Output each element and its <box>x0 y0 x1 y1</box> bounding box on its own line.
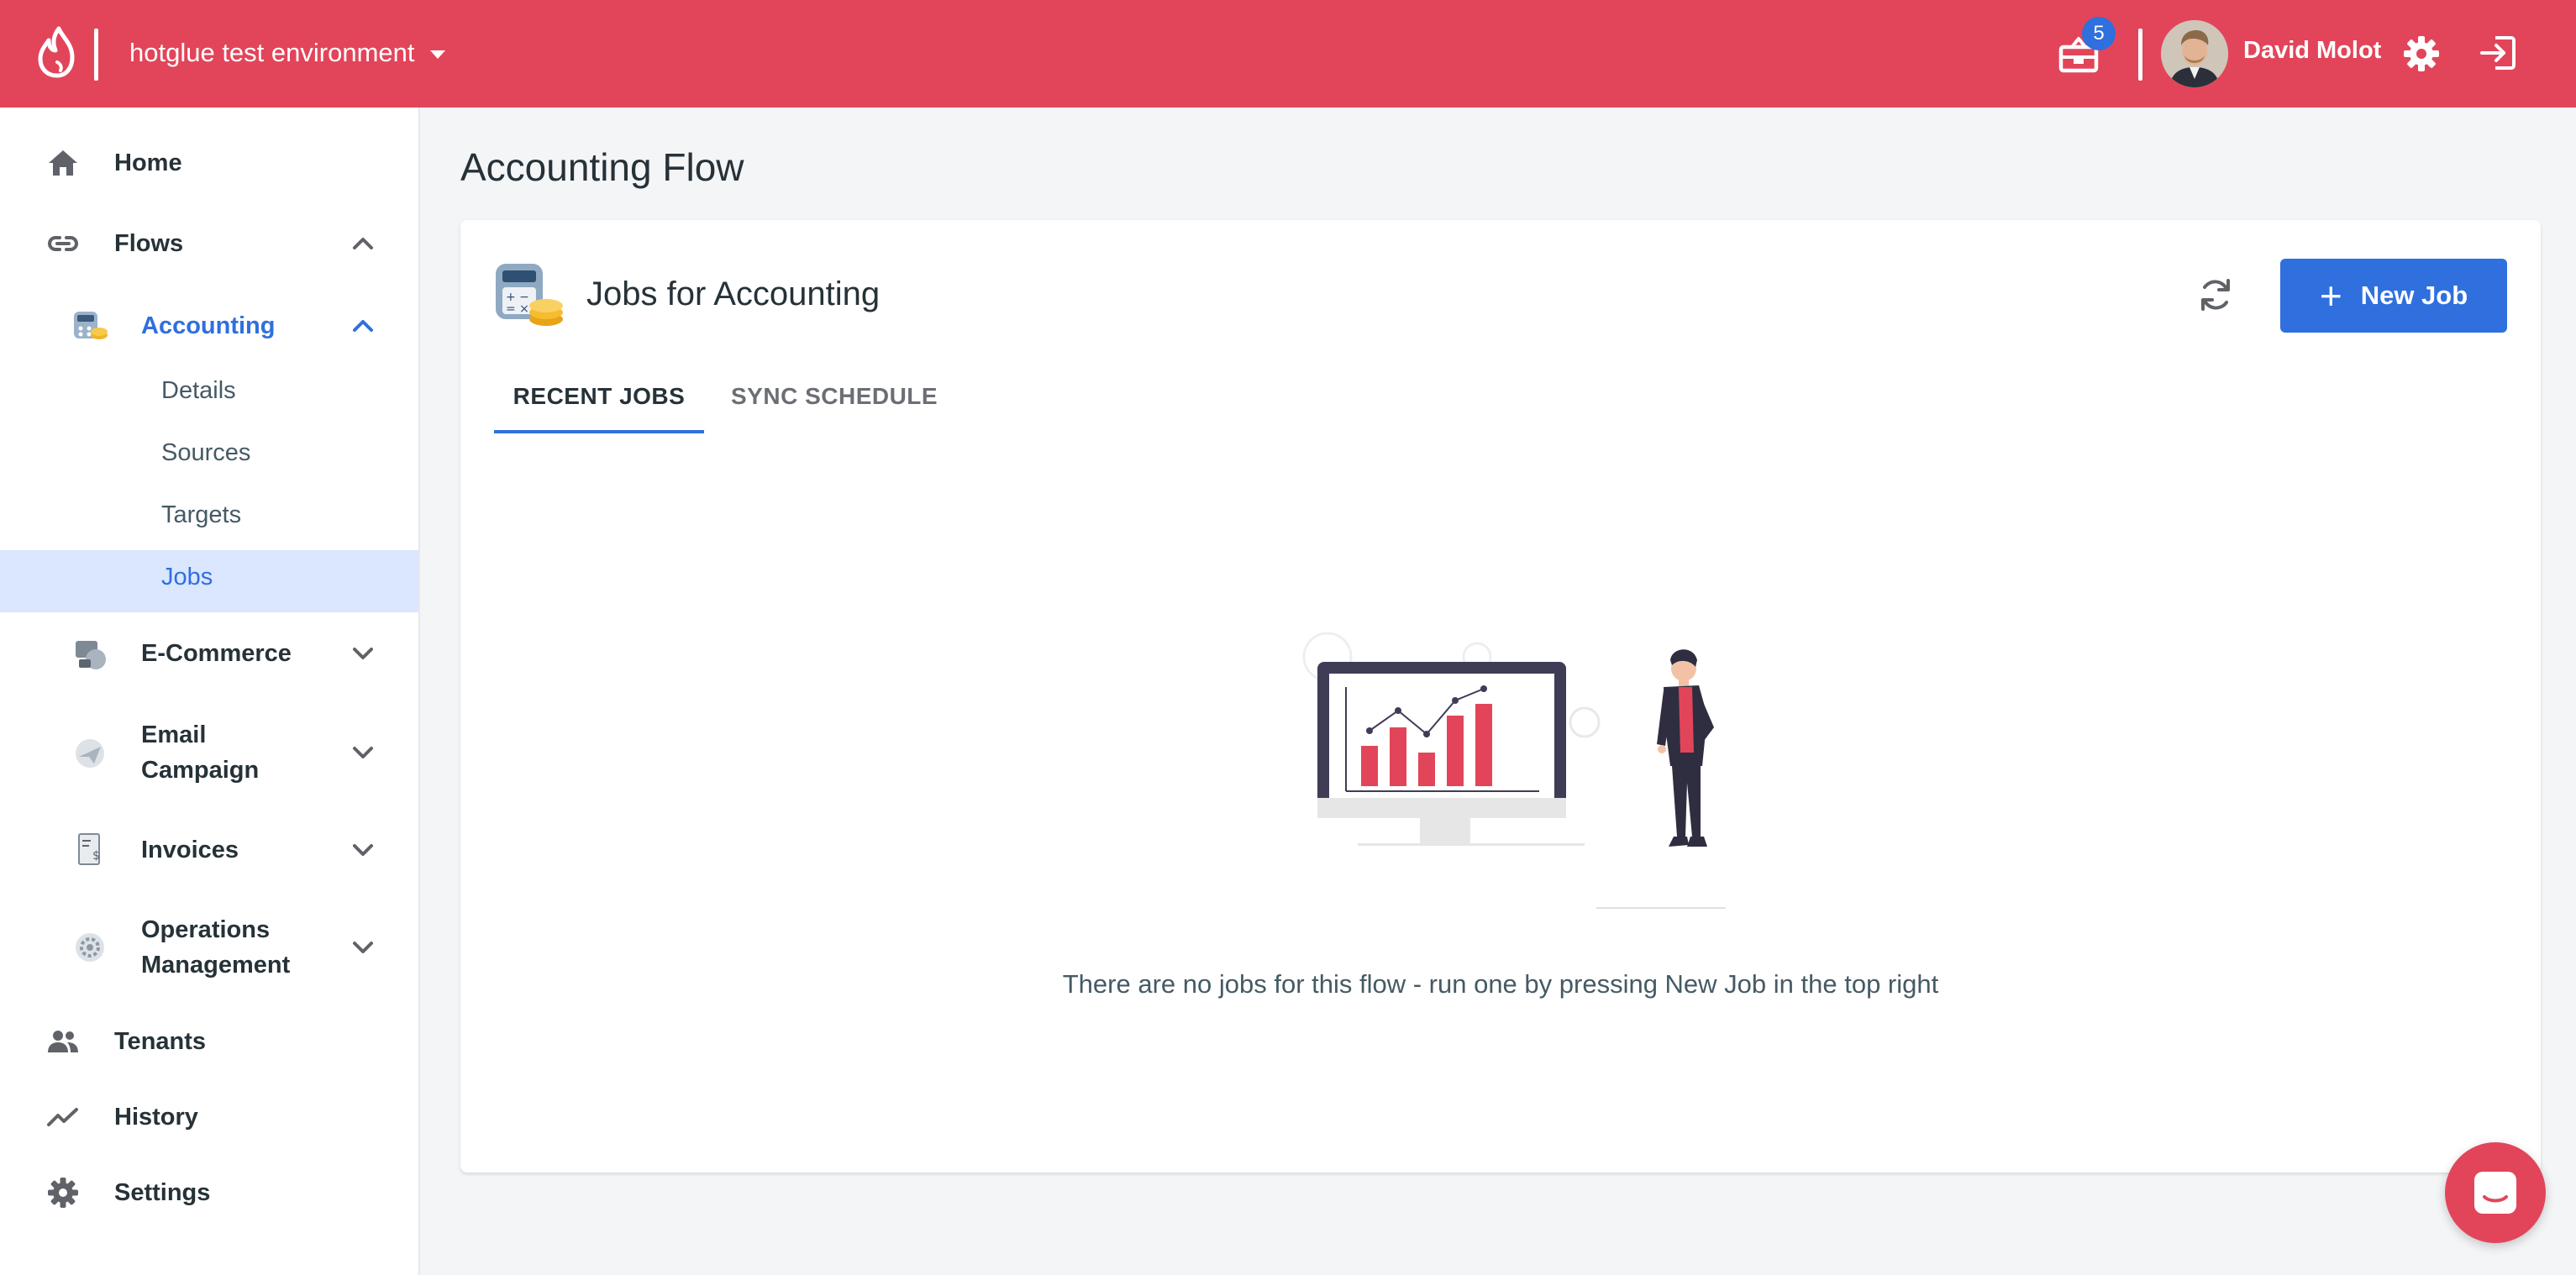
sidebar-item-label: Tenants <box>114 1028 207 1055</box>
chevron-down-icon[interactable] <box>348 932 378 963</box>
operations-gear-icon <box>76 933 104 962</box>
ecommerce-icon <box>76 641 106 669</box>
jobs-card: + − = × Jobs for Accounting + New Job RE… <box>460 220 2541 1173</box>
sidebar-item-label: Home <box>114 150 182 176</box>
link-icon <box>48 236 78 251</box>
sidebar-item-label: Operations <box>141 916 271 943</box>
sidebar-item-invoices[interactable]: $ Invoices <box>0 828 418 872</box>
chat-widget-button[interactable] <box>2445 1142 2546 1243</box>
environment-name: hotglue test environment <box>129 38 415 67</box>
invoice-icon: $ <box>78 833 100 865</box>
avatar[interactable] <box>2161 20 2228 87</box>
new-job-button[interactable]: + New Job <box>2280 259 2507 333</box>
flame-logo-icon[interactable] <box>34 25 81 79</box>
sidebar-item-label: History <box>114 1104 198 1131</box>
user-name[interactable]: David Molot <box>2243 37 2381 65</box>
sidebar-item-ecommerce[interactable]: E-Commerce <box>0 632 418 675</box>
sidebar-subitem-label: Sources <box>161 439 251 466</box>
svg-text:$: $ <box>92 849 100 863</box>
calculator-coins-icon <box>74 312 108 339</box>
sidebar-subitem-targets[interactable]: Targets <box>0 488 418 550</box>
empty-state-message: There are no jobs for this flow - run on… <box>1062 969 1939 999</box>
home-icon <box>49 150 77 176</box>
sidebar-item-history[interactable]: History <box>0 1095 418 1139</box>
svg-text:= ×: = × <box>506 302 529 316</box>
trending-icon <box>47 1108 78 1126</box>
sidebar-item-label: Invoices <box>141 837 239 863</box>
chevron-down-icon[interactable] <box>348 835 378 865</box>
sidebar-item-tenants[interactable]: Tenants <box>0 1020 418 1063</box>
chevron-up-icon[interactable] <box>348 228 378 259</box>
sidebar-subitem-label: Targets <box>161 501 242 528</box>
plus-icon: + <box>2319 274 2342 317</box>
logout-icon[interactable] <box>2479 34 2517 72</box>
sidebar-subitem-label: Details <box>161 377 236 404</box>
notification-badge: 5 <box>2082 17 2116 50</box>
sidebar-item-settings[interactable]: Settings <box>0 1171 418 1215</box>
sidebar-item-label: Flows <box>114 230 184 257</box>
caret-down-icon <box>429 50 445 59</box>
sidebar-item-operations-management[interactable]: Operations Management <box>0 907 418 988</box>
sidebar-item-home[interactable]: Home <box>0 141 418 185</box>
sidebar-item-accounting[interactable]: Accounting <box>0 304 418 348</box>
top-bar: hotglue test environment 5 David Molot <box>0 0 2576 108</box>
sidebar-item-label: Settings <box>114 1179 211 1206</box>
sidebar-item-label: Accounting <box>141 312 276 339</box>
sidebar-subitem-details[interactable]: Details <box>0 364 418 426</box>
empty-state-illustration <box>1302 632 1726 909</box>
logo-divider <box>94 29 98 81</box>
sidebar-item-label: Management <box>141 952 291 979</box>
new-job-label: New Job <box>2360 281 2468 310</box>
refresh-icon[interactable] <box>2195 274 2237 316</box>
chevron-down-icon[interactable] <box>348 638 378 669</box>
card-title: Jobs for Accounting <box>586 275 881 312</box>
chevron-down-icon[interactable] <box>348 737 378 768</box>
sidebar-item-label: E-Commerce <box>141 640 292 667</box>
email-campaign-icon <box>76 739 104 768</box>
sidebar-item-label: Campaign <box>141 757 260 784</box>
user-divider <box>2138 29 2142 81</box>
sidebar-subitem-jobs[interactable]: Jobs <box>0 550 418 612</box>
sidebar-item-email-campaign[interactable]: Email Campaign <box>0 712 418 793</box>
sidebar-item-flows[interactable]: Flows <box>0 222 418 265</box>
sidebar-subitem-label: Jobs <box>161 564 213 590</box>
sidebar-subitem-sources[interactable]: Sources <box>0 426 418 488</box>
tab-recent-jobs[interactable]: RECENT JOBS <box>494 363 704 433</box>
chat-icon <box>2474 1172 2516 1214</box>
settings-gear-icon[interactable] <box>2401 34 2442 74</box>
sidebar-item-label: Email <box>141 721 207 748</box>
page-title: Accounting Flow <box>460 145 744 189</box>
tab-sync-schedule[interactable]: SYNC SCHEDULE <box>731 363 938 430</box>
gear-icon <box>48 1178 78 1208</box>
people-icon <box>48 1031 78 1052</box>
chevron-up-icon[interactable] <box>348 311 378 341</box>
calculator-coins-icon: + − = × <box>496 264 563 326</box>
environment-switcher[interactable]: hotglue test environment <box>129 32 445 74</box>
sidebar: Home Flows Accounting Details Sources Ta… <box>0 108 420 1275</box>
